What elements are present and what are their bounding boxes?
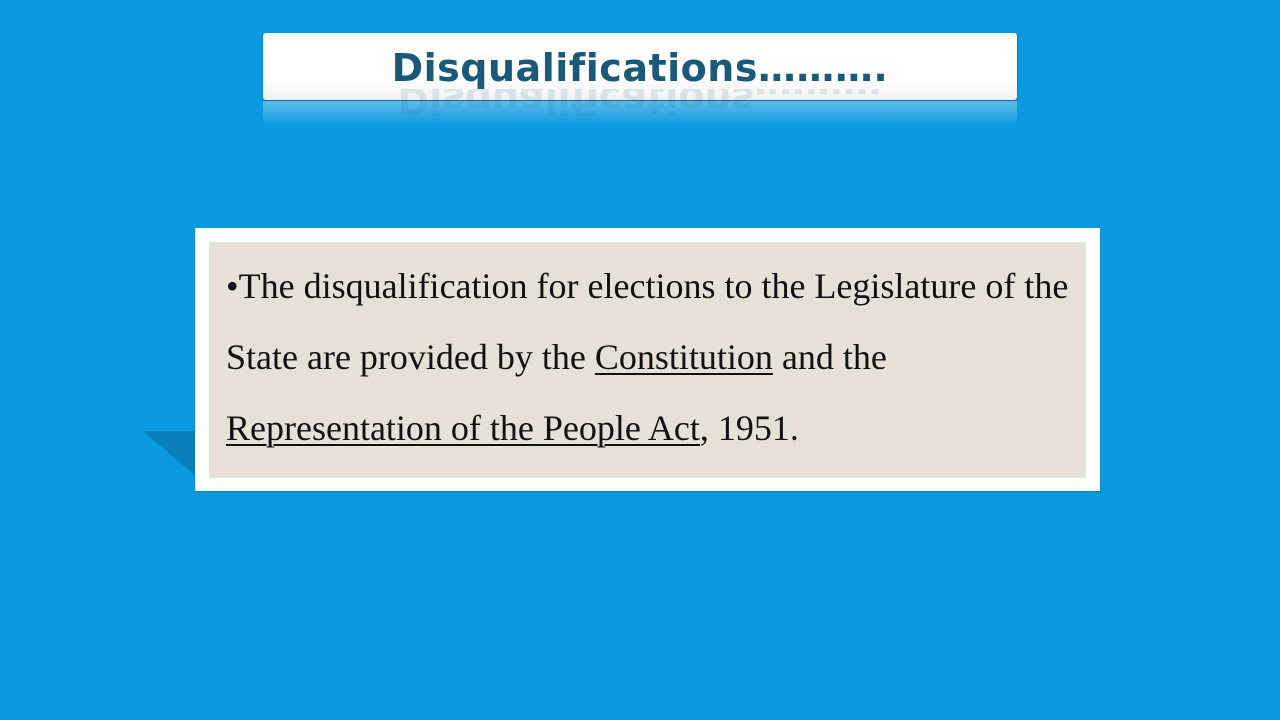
slide: Disqualifications………. Disqualifications…… — [0, 0, 1280, 720]
title-reflection: Disqualifications………. — [263, 89, 1017, 125]
title-reflection-text: Disqualifications………. — [397, 89, 883, 122]
body-text-part3: , 1951. — [699, 408, 799, 448]
bullet-marker: • — [226, 266, 239, 306]
body-text-part2: and the — [772, 337, 887, 377]
bullet-paragraph: •The disqualification for elections to t… — [226, 251, 1076, 464]
slide-title: Disqualifications………. — [391, 46, 889, 90]
rp-act-link[interactable]: Representation of the People Act — [226, 408, 700, 448]
constitution-link[interactable]: Constitution — [595, 337, 773, 377]
content-card: •The disqualification for elections to t… — [195, 228, 1100, 491]
content-card-inner: •The disqualification for elections to t… — [209, 242, 1086, 478]
card-shadow-wedge — [143, 431, 199, 479]
